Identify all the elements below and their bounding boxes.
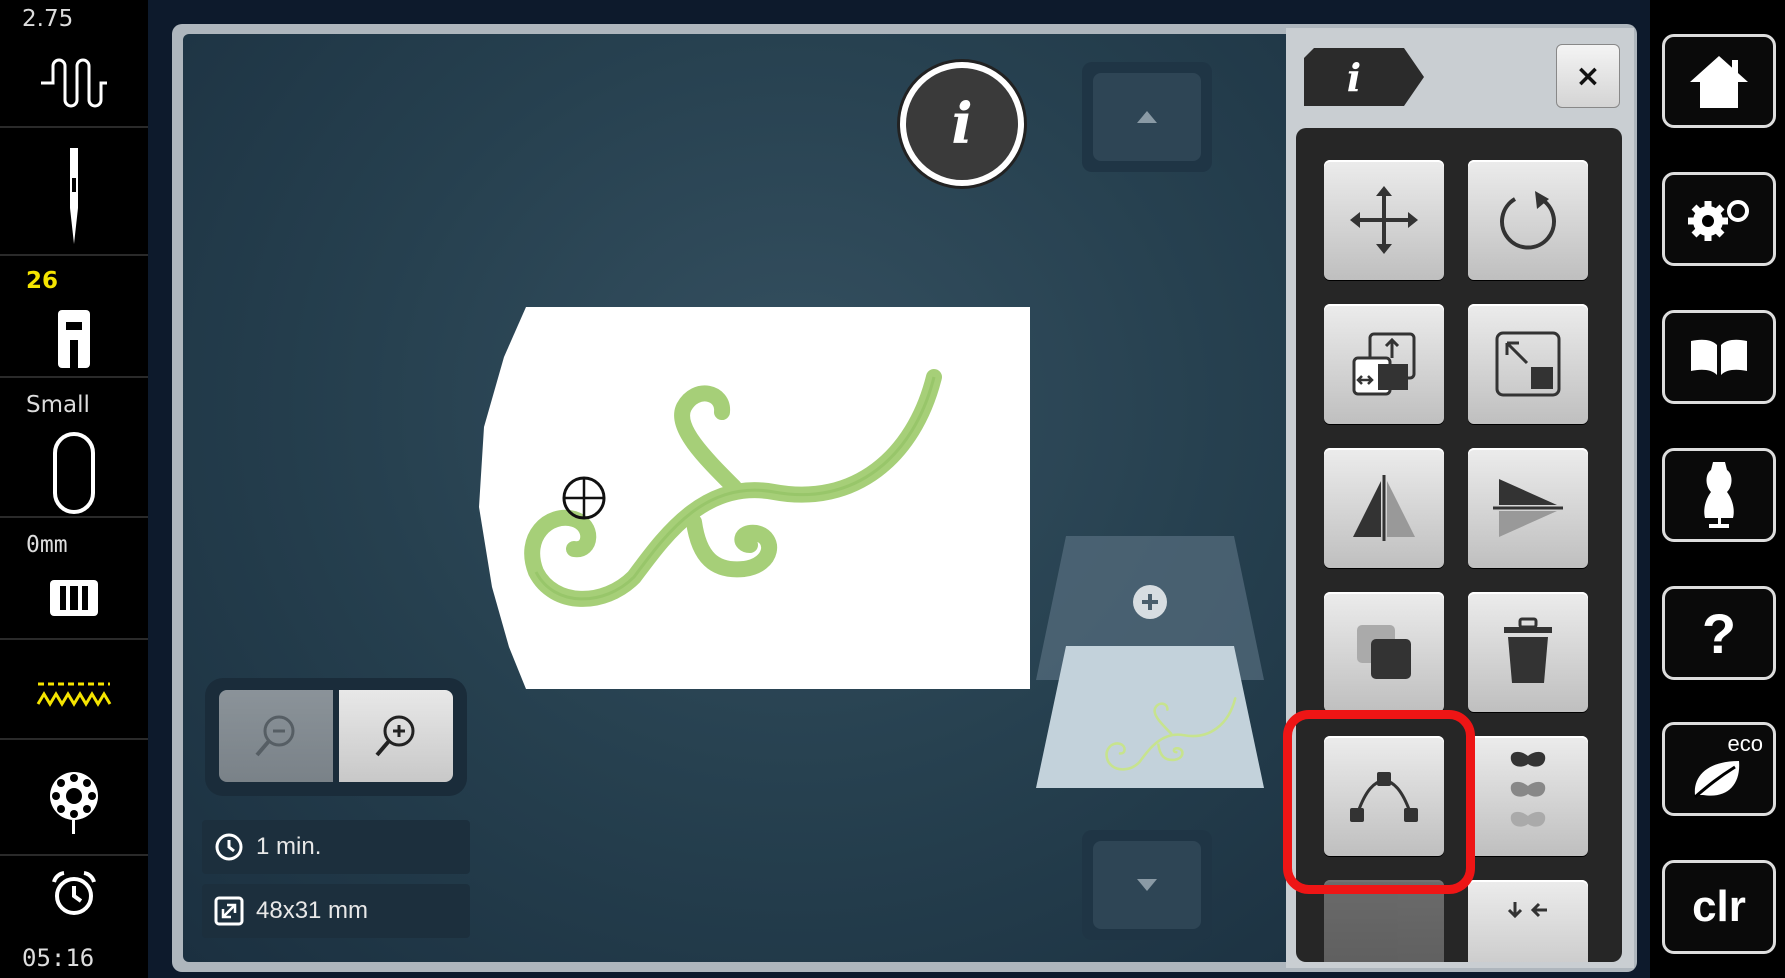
needle-icon — [0, 148, 148, 244]
presser-foot-icon — [0, 304, 148, 368]
info-tab[interactable]: i — [1304, 48, 1424, 106]
design-size: 48x31 mm — [256, 897, 369, 924]
duplicate-icon — [1357, 625, 1411, 679]
butterfly-multiply-icon — [1510, 751, 1546, 827]
clear-button[interactable]: clr — [1662, 860, 1776, 954]
presser-foot-cell[interactable]: 26 — [0, 256, 148, 378]
delete-button[interactable] — [1468, 592, 1588, 712]
hoop-cell[interactable]: Small — [0, 378, 148, 518]
move-icon — [1350, 186, 1418, 254]
zoom-in-button[interactable] — [339, 690, 453, 782]
mirror-horizontal-button[interactable] — [1324, 448, 1444, 568]
help-icon: ? — [1701, 601, 1737, 665]
rotate-button[interactable] — [1468, 160, 1588, 280]
home-icon — [1690, 56, 1748, 108]
hoop-icon — [0, 430, 148, 516]
zoom-controls — [205, 678, 467, 796]
clock-time: 05:16 — [22, 944, 95, 972]
stitch-width-cell[interactable]: 2.75 — [0, 0, 148, 128]
delete-icon — [1504, 617, 1552, 683]
info-button[interactable]: i — [900, 62, 1024, 186]
zoom-out-button[interactable] — [219, 690, 333, 782]
eco-button[interactable]: eco — [1662, 722, 1776, 816]
stitch-width-icon — [0, 58, 148, 108]
help-button[interactable]: ? — [1662, 586, 1776, 680]
butterfly-multiply-button[interactable] — [1468, 736, 1588, 856]
bobbin-cell[interactable] — [0, 740, 148, 856]
embroidery-time: 1 min. — [256, 833, 322, 860]
creative-consultant-icon — [1704, 462, 1734, 528]
clear-icon: clr — [1692, 882, 1746, 931]
tutorial-icon — [1691, 339, 1747, 375]
settings-button[interactable] — [1662, 172, 1776, 266]
feed-dog-cell[interactable]: 0mm — [0, 518, 148, 640]
bobbin-icon — [0, 768, 148, 834]
scale-button[interactable] — [1468, 304, 1588, 424]
size-icon — [214, 896, 244, 926]
resize-icon — [1352, 332, 1416, 396]
scale-icon — [1495, 331, 1561, 397]
stitch-width-value: 2.75 — [22, 6, 74, 32]
status-bar: 2.75 26 Small 0mm 05:16 — [0, 0, 148, 978]
close-button[interactable]: × — [1556, 44, 1620, 108]
mirror-horizontal-icon — [1353, 475, 1415, 541]
alarm-clock-icon — [0, 870, 148, 916]
zoom-out-icon — [255, 715, 295, 757]
chevron-down-icon — [1093, 841, 1201, 929]
mirror-vertical-icon — [1493, 479, 1563, 537]
design-center-marker — [562, 476, 606, 520]
duplicate-button[interactable] — [1324, 592, 1444, 712]
eco-label: eco — [1727, 731, 1763, 756]
creative-consultant-button[interactable] — [1662, 448, 1776, 542]
resize-button[interactable] — [1324, 304, 1444, 424]
design-size-box: 48x31 mm — [202, 884, 470, 938]
move-button[interactable] — [1324, 160, 1444, 280]
mirror-vertical-button[interactable] — [1468, 448, 1588, 568]
thread-tension-cell[interactable] — [0, 640, 148, 740]
home-button[interactable] — [1662, 34, 1776, 128]
check-button[interactable]: check — [1468, 880, 1588, 962]
tutorial-button[interactable] — [1662, 310, 1776, 404]
needle-cell[interactable] — [0, 128, 148, 256]
presser-foot-number: 26 — [26, 268, 59, 294]
scroll-down-button[interactable] — [1082, 830, 1212, 940]
feed-dog-value: 0mm — [26, 532, 68, 558]
layer-stack — [1036, 536, 1264, 788]
feed-dog-icon — [0, 578, 148, 618]
hoop-size-label: Small — [26, 392, 90, 418]
eco-icon — [1694, 761, 1740, 799]
rotate-icon — [1500, 191, 1556, 250]
thread-tension-icon — [0, 680, 148, 710]
embroidery-design[interactable] — [474, 307, 1030, 689]
chevron-up-icon — [1093, 73, 1201, 161]
clock-cell[interactable]: 05:16 — [0, 856, 148, 978]
zoom-in-icon — [375, 715, 415, 757]
settings-icon — [1688, 200, 1749, 241]
design-layer — [1036, 646, 1264, 788]
clock-icon — [215, 833, 243, 861]
highlight-box — [1283, 710, 1475, 894]
embroidery-time-box: 1 min. — [202, 820, 470, 874]
check-icon — [1507, 902, 1547, 919]
scroll-up-button[interactable] — [1082, 62, 1212, 172]
